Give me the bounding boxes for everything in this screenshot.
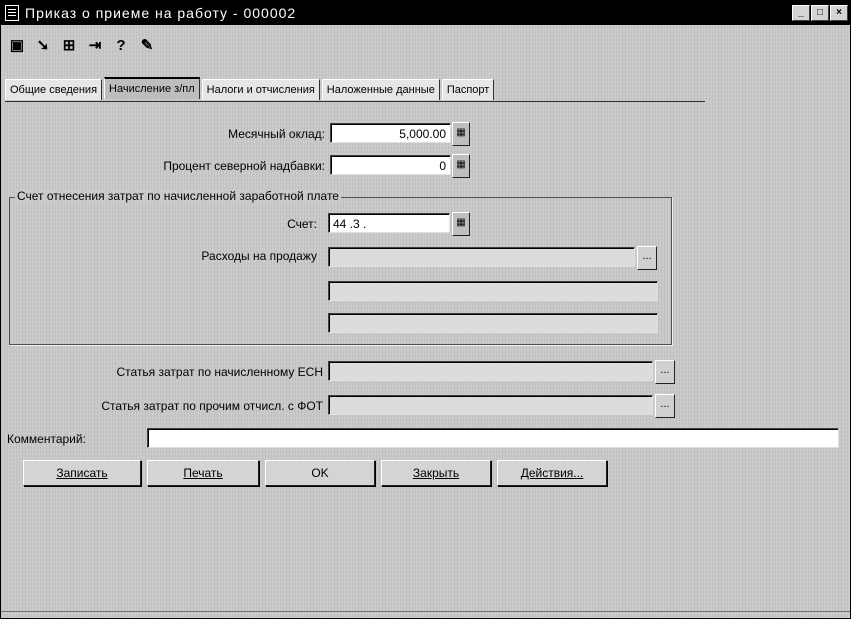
actions-button[interactable]: Действия... bbox=[497, 460, 607, 486]
close-button-label: Закрыть bbox=[412, 466, 460, 480]
comment-field[interactable] bbox=[147, 428, 839, 448]
ech-cost-item-label: Статья затрат по начисленному ЕСН bbox=[116, 365, 324, 379]
expenses-label: Расходы на продажу bbox=[201, 249, 317, 263]
print-button[interactable]: Печать bbox=[147, 460, 259, 486]
properties-icon[interactable]: ✎ bbox=[137, 35, 157, 55]
monthly-salary-field[interactable]: 5,000.00 bbox=[330, 123, 451, 143]
window-title: Приказ о приеме на работу - 000002 bbox=[25, 5, 297, 21]
bottom-divider bbox=[1, 611, 850, 612]
other-cost-item-select-button[interactable]: ... bbox=[655, 394, 675, 418]
cost-allocation-group-title: Счет отнесения затрат по начисленной зар… bbox=[15, 189, 341, 203]
save-button-label: Записать bbox=[56, 466, 108, 480]
ok-button[interactable]: OK bbox=[265, 460, 375, 486]
tab-strip: Общие сведения Начисление з/пл Налоги и … bbox=[5, 77, 495, 101]
document-window: Приказ о приеме на работу - 000002 _ □ ×… bbox=[0, 0, 851, 619]
monthly-salary-label: Месячный оклад: bbox=[228, 127, 325, 141]
actions-button-label: Действия... bbox=[520, 466, 584, 480]
comment-label: Комментарий: bbox=[7, 432, 86, 446]
save-doc-icon[interactable]: ▣ bbox=[7, 35, 27, 55]
maximize-button[interactable]: □ bbox=[811, 5, 829, 21]
salary-calculator-icon[interactable]: ▦ bbox=[452, 122, 470, 146]
other-cost-item-label: Статья затрат по прочим отчисл. с ФОТ bbox=[101, 399, 323, 413]
account-select-icon[interactable]: ▦ bbox=[452, 212, 470, 236]
ok-button-label: OK bbox=[311, 466, 329, 480]
minimize-button[interactable]: _ bbox=[792, 5, 810, 21]
window-controls: _ □ × bbox=[792, 5, 848, 21]
northern-allowance-field[interactable]: 0 bbox=[330, 155, 451, 175]
subconto-1-field[interactable] bbox=[328, 247, 635, 267]
title-bar[interactable]: Приказ о приеме на работу - 000002 _ □ × bbox=[1, 1, 850, 25]
save-button[interactable]: Записать bbox=[23, 460, 141, 486]
move-icon[interactable]: ⇥ bbox=[85, 35, 105, 55]
ech-cost-item-field[interactable] bbox=[328, 361, 653, 381]
close-window-button[interactable]: × bbox=[830, 5, 848, 21]
tab-accumulated-data[interactable]: Наложенные данные bbox=[321, 79, 440, 100]
account-field[interactable]: 44 .3 . bbox=[328, 213, 450, 233]
account-label: Счет: bbox=[287, 217, 317, 231]
close-button[interactable]: Закрыть bbox=[381, 460, 491, 486]
ech-cost-item-select-button[interactable]: ... bbox=[655, 360, 675, 384]
tab-salary[interactable]: Начисление з/пл bbox=[104, 77, 200, 99]
table-icon[interactable]: ⊞ bbox=[59, 35, 79, 55]
tab-general[interactable]: Общие сведения bbox=[5, 79, 103, 100]
subconto-2-field[interactable] bbox=[328, 281, 658, 301]
tab-passport[interactable]: Паспорт bbox=[441, 79, 495, 100]
other-cost-item-field[interactable] bbox=[328, 395, 653, 415]
subconto-select-button[interactable]: ... bbox=[637, 246, 657, 270]
cursor-icon[interactable]: ➘ bbox=[33, 35, 53, 55]
northern-allowance-label: Процент северной надбавки: bbox=[163, 159, 325, 173]
toolbar: ▣ ➘ ⊞ ⇥ ? ✎ bbox=[7, 33, 157, 57]
tab-taxes[interactable]: Налоги и отчисления bbox=[201, 79, 320, 100]
print-button-label: Печать bbox=[183, 466, 223, 480]
help-icon[interactable]: ? bbox=[111, 35, 131, 55]
allowance-calculator-icon[interactable]: ▦ bbox=[452, 154, 470, 178]
document-icon bbox=[5, 5, 19, 21]
subconto-3-field[interactable] bbox=[328, 313, 658, 333]
tab-divider bbox=[5, 101, 705, 102]
